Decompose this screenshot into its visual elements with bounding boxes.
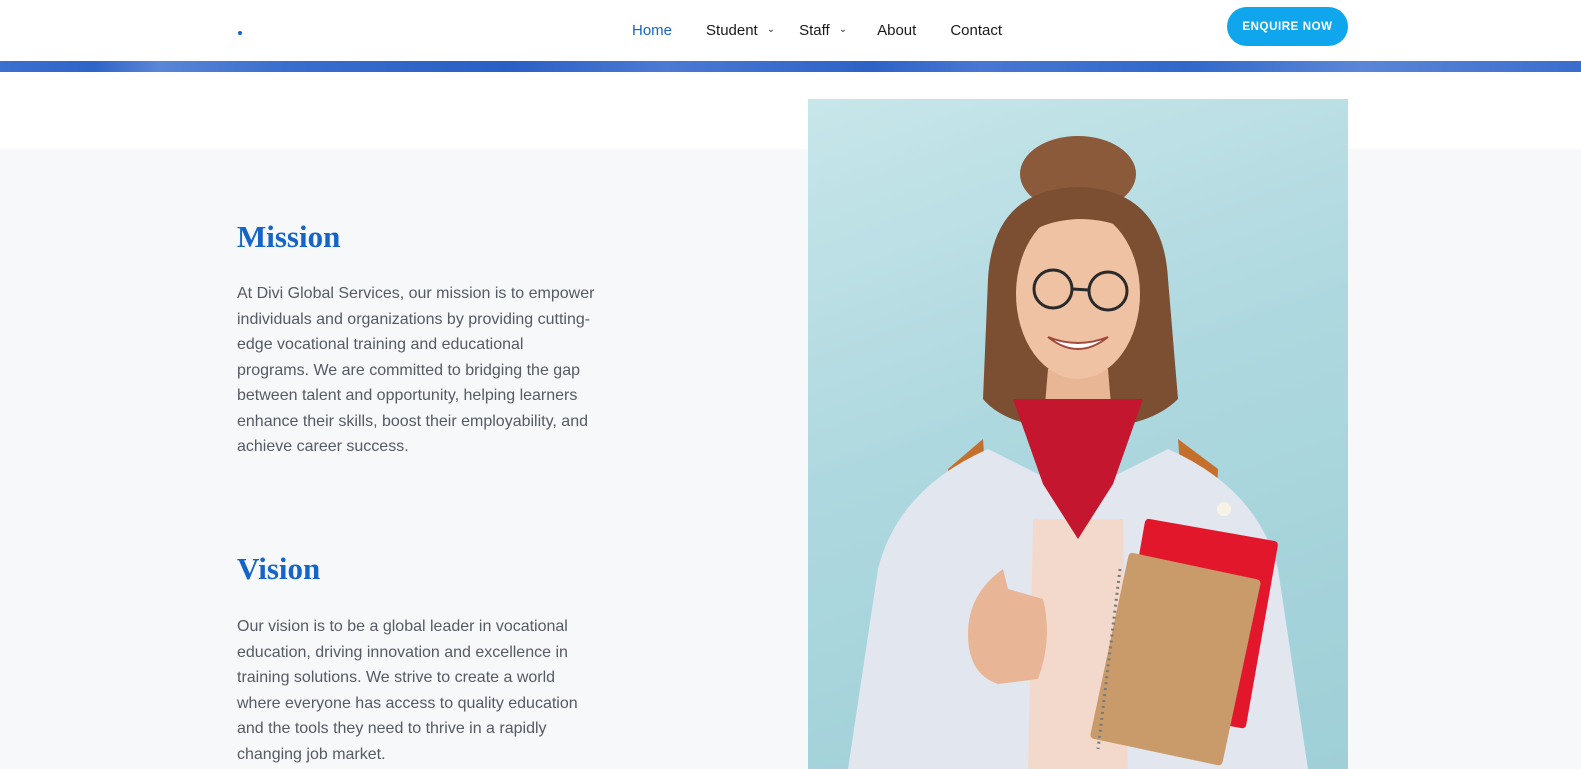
nav-item-contact[interactable]: Contact: [950, 22, 1002, 39]
nav-item-label: Student: [706, 22, 758, 39]
chevron-down-icon: ⌄: [838, 24, 848, 35]
nav-item-student[interactable]: Student ⌄: [706, 22, 775, 39]
nav-item-home[interactable]: Home: [632, 22, 672, 39]
nav-item-label: Home: [632, 22, 673, 39]
vision-text: Our vision is to be a global leader in v…: [237, 618, 578, 763]
student-photo: [808, 99, 1348, 769]
main-nav: Home Student ⌄ Staff ⌄ About Contact: [632, 0, 1036, 61]
enquire-now-button[interactable]: ENQUIRE NOW: [1227, 7, 1348, 46]
site-logo[interactable]: [238, 31, 242, 35]
vision-heading: Vision: [237, 551, 321, 586]
chevron-down-icon: ⌄: [766, 24, 776, 35]
site-header: Home Student ⌄ Staff ⌄ About Contact ENQ…: [0, 0, 1581, 61]
student-illustration: [848, 136, 1308, 769]
nav-item-label: About: [877, 22, 917, 39]
mission-text: At Divi Global Services, our mission is …: [237, 285, 595, 455]
nav-item-label: Staff: [799, 22, 830, 39]
nav-item-staff[interactable]: Staff ⌄: [799, 22, 847, 39]
nav-item-about[interactable]: About: [877, 22, 916, 39]
header-accent-stripe: [0, 61, 1581, 72]
nav-item-label: Contact: [950, 22, 1003, 39]
mission-heading: Mission: [237, 219, 341, 254]
